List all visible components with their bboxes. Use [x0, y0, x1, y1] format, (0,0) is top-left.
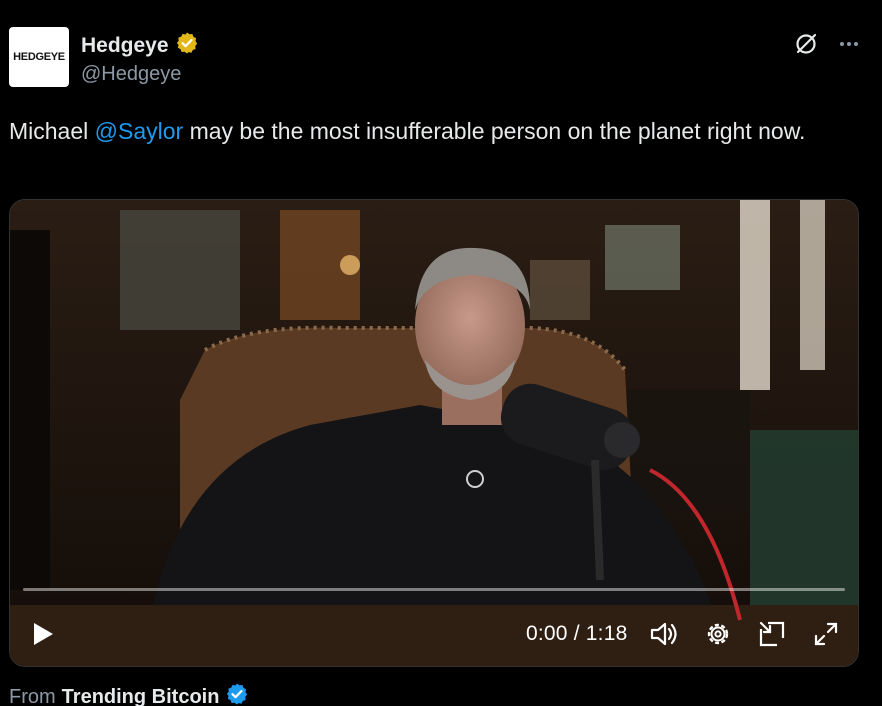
tweet-text-end: may be the most insufferable person on t… — [183, 118, 806, 144]
video-controls: 0:00 / 1:18 — [10, 610, 858, 658]
avatar[interactable]: HEDGEYE — [9, 27, 69, 87]
tweet-header: HEDGEYE Hedgeye @Hedgeye — [9, 27, 869, 89]
mention-link[interactable]: @Saylor — [95, 118, 184, 144]
avatar-logo-text: HEDGEYE — [13, 51, 65, 63]
volume-icon[interactable] — [647, 610, 681, 658]
video-time: 0:00 / 1:18 — [526, 622, 628, 645]
video-player[interactable]: 0:00 / 1:18 — [9, 199, 859, 667]
video-frame — [10, 200, 858, 666]
source-attribution: From Trending Bitcoin — [9, 682, 249, 706]
display-name[interactable]: Hedgeye — [81, 34, 169, 58]
verified-gold-badge-icon — [175, 31, 199, 60]
tweet-text: Michael @Saylor may be the most insuffer… — [9, 114, 869, 149]
more-icon[interactable] — [837, 32, 861, 56]
source-name-link[interactable]: Trending Bitcoin — [62, 686, 220, 706]
account-handle[interactable]: @Hedgeye — [81, 63, 181, 86]
video-progress-bar[interactable] — [23, 588, 845, 591]
source-prefix: From — [9, 685, 56, 706]
grok-icon[interactable] — [793, 31, 819, 57]
tweet-text-start: Michael — [9, 118, 95, 144]
name-row: Hedgeye — [81, 31, 199, 60]
verified-blue-badge-icon — [225, 682, 249, 706]
settings-icon[interactable] — [702, 610, 734, 658]
play-icon[interactable] — [28, 610, 58, 658]
fullscreen-icon[interactable] — [810, 610, 842, 658]
top-actions — [793, 31, 861, 57]
pip-icon[interactable] — [756, 610, 788, 658]
